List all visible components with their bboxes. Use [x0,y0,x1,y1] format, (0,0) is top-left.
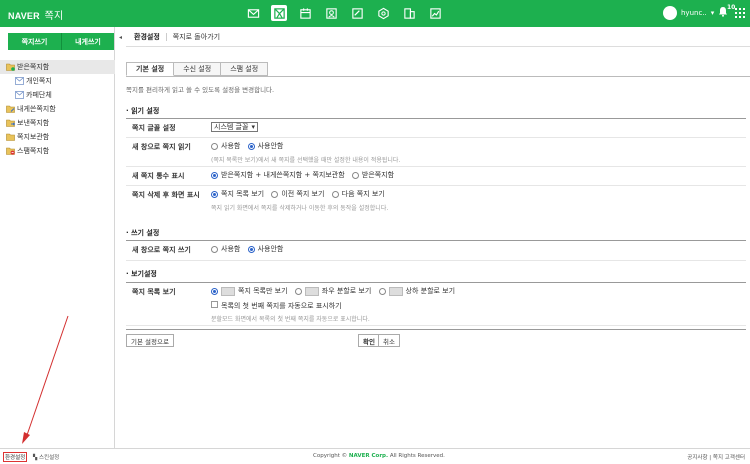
sidebar: 쪽지쓰기 내게쓰기 받은쪽지함 개인쪽지 카페단체 내게쓴쪽지함 보낸쪽지함 쪽… [0,27,115,448]
count-all-radio[interactable]: 받은쪽지함 + 내게쓴쪽지함 + 쪽지보관함 [211,170,345,180]
footer: 환경설정 ▚ 스킨설정 Copyright © NAVER Corp. All … [0,448,750,464]
bottom-divider [126,329,746,330]
read-settings-table: 쪽지 글꼴 설정 시스템 글꼴 ▾ 새 창으로 쪽지 읽기 사용함 사용안함 (쪽… [126,118,746,212]
help-center-link[interactable]: 쪽지 고객센터 [713,455,745,461]
sidebar-item-personal[interactable]: 개인쪽지 [0,74,115,88]
app-grid-icon[interactable] [735,8,745,18]
notice-link[interactable]: 공지사항 [687,455,707,461]
sidebar-item-inbox[interactable]: 받은쪽지함 [0,60,115,74]
list-only-preview-icon [221,286,235,296]
cafe-group-icon [15,91,24,99]
view-settings-table: 쪽지 목록 보기 쪽지 목록만 보기 좌우 분할로 보기 상하 분할로 보기 목… [126,282,746,326]
read-settings-title: · 읽기 설정 [126,107,160,115]
tab-receive[interactable]: 수신 설정 [174,62,222,76]
newwin-read-use-radio[interactable]: 사용함 [211,141,240,151]
page-title: 환경설정 [134,32,160,41]
chevron-left-icon: ◂ [118,33,122,41]
file-icon[interactable] [401,5,417,21]
contacts-icon[interactable] [323,5,339,21]
app-switcher [245,5,453,22]
view-split-tb-radio[interactable]: 상하 분할로 보기 [378,286,455,296]
breadcrumb: 환경설정 쪽지로 돌아가기 [126,27,750,47]
inbox-folder-icon [6,63,15,71]
settings-link[interactable]: 환경설정 [3,452,28,462]
note-icon[interactable] [271,5,287,21]
archive-folder-icon [6,133,15,141]
cancel-button[interactable]: 취소 [378,334,400,347]
top-bar: NAVER 쪽지 hyunc.. ▾ 10 [0,0,750,27]
sent-folder-icon [6,119,15,127]
newwin-read-nouse-radio[interactable]: 사용안함 [247,141,283,151]
tab-basic[interactable]: 기본 설정 [126,62,175,76]
newwin-read-desc: (쪽지 목록만 보기)에서 새 쪽지를 선택했을 때만 설정한 내용이 적용됩니… [211,156,401,164]
after-delete-desc: 쪽지 읽기 화면에서 쪽지를 삭제하거나 이동한 후의 동작을 설정합니다. [211,204,389,212]
user-name: hyunc.. [681,9,707,17]
newwin-write-use-radio[interactable]: 사용함 [211,244,240,254]
view-list-only-radio[interactable]: 쪽지 목록만 보기 [211,286,288,296]
intro-text: 쪽지를 편리하게 읽고 쓸 수 있도록 설정을 변경합니다. [126,86,275,94]
back-to-notes-link[interactable]: 쪽지로 돌아가기 [173,32,220,42]
newwin-write-nouse-radio[interactable]: 사용안함 [247,244,283,254]
folder-list: 받은쪽지함 개인쪽지 카페단체 내게쓴쪽지함 보낸쪽지함 쪽지보관함 스팸쪽지함 [0,60,115,158]
write-settings-title: · 쓰기 설정 [126,229,160,237]
sidebar-item-archive[interactable]: 쪽지보관함 [0,130,115,144]
tab-spam[interactable]: 스팸 설정 [221,62,269,76]
write-settings-table: 새 창으로 쪽지 쓰기 사용함 사용안함 [126,240,746,261]
chevron-down-icon: ▾ [710,9,715,17]
auto-show-desc: 분할모드 화면에서 목록의 첫 번째 쪽지를 자동으로 표시합니다. [211,315,370,323]
list-view-label: 쪽지 목록 보기 [132,288,176,296]
write-to-self-button[interactable]: 내게쓰기 [61,33,114,50]
sidebar-item-spam[interactable]: 스팸쪽지함 [0,144,115,158]
breadcrumb-divider [165,32,167,41]
app-name: 쪽지 [44,11,64,22]
reset-default-button[interactable]: 기본 설정으로 [126,334,174,347]
view-settings-title: · 보기설정 [126,270,157,278]
sidebar-item-sent[interactable]: 보낸쪽지함 [0,116,115,130]
self-sent-folder-icon [6,105,15,113]
newwin-read-label: 새 창으로 쪽지 읽기 [132,143,191,151]
split-tb-preview-icon [388,286,403,296]
view-split-lr-radio[interactable]: 좌우 분할로 보기 [294,286,371,296]
after-delete-prev-radio[interactable]: 이전 쪽지 보기 [271,189,324,199]
settings-content: 기본 설정 수신 설정 스팸 설정 쪽지를 편리하게 읽고 쓸 수 있도록 설정… [126,47,750,448]
skin-settings-link[interactable]: ▚ 스킨설정 [33,453,59,461]
brand-name: NAVER [8,11,40,21]
sidebar-collapse-button[interactable]: ◂ [115,27,126,47]
memo-icon[interactable] [349,5,365,21]
split-lr-preview-icon [304,286,319,296]
sidebar-item-cafe-group[interactable]: 카페단체 [0,88,115,102]
personal-note-icon [15,77,24,85]
after-delete-label: 쪽지 삭제 후 화면 표시 [132,191,200,199]
count-label: 새 쪽지 통수 표시 [132,172,185,180]
calendar-icon[interactable] [297,5,313,21]
after-delete-list-radio[interactable]: 쪽지 목록 보기 [211,189,264,199]
sidebar-item-self-sent[interactable]: 내게쓴쪽지함 [0,102,115,116]
font-select[interactable]: 시스템 글꼴 ▾ [211,122,258,132]
copyright: Copyright © NAVER Corp. All Rights Reser… [313,453,445,459]
notification-button[interactable]: 10 [718,4,735,19]
compose-button[interactable]: 쪽지쓰기 [8,33,61,50]
spam-folder-icon [6,147,15,155]
count-inbox-radio[interactable]: 받은쪽지함 [351,170,394,180]
font-setting-label: 쪽지 글꼴 설정 [132,124,176,132]
tab-underline [126,76,750,77]
auto-show-first-checkbox[interactable]: 목록의 첫 번째 쪽지를 자동으로 표시하기 [211,300,746,311]
after-delete-next-radio[interactable]: 다음 쪽지 보기 [331,189,385,199]
newwin-write-label: 새 창으로 쪽지 쓰기 [132,246,191,254]
footer-links: 공지사항 | 쪽지 고객센터 [687,455,745,461]
settings-tabs: 기본 설정 수신 설정 스팸 설정 [126,62,269,76]
avatar [663,6,677,20]
user-menu[interactable]: hyunc.. ▾ [663,6,714,20]
confirm-button[interactable]: 확인 [358,334,380,347]
cloud-icon[interactable] [375,5,391,21]
skin-icon: ▚ [33,455,38,461]
naver-logo[interactable]: NAVER 쪽지 [8,7,63,22]
chart-icon[interactable] [427,5,443,21]
mail-icon[interactable] [245,5,261,21]
chevron-down-icon: ▾ [251,123,255,131]
